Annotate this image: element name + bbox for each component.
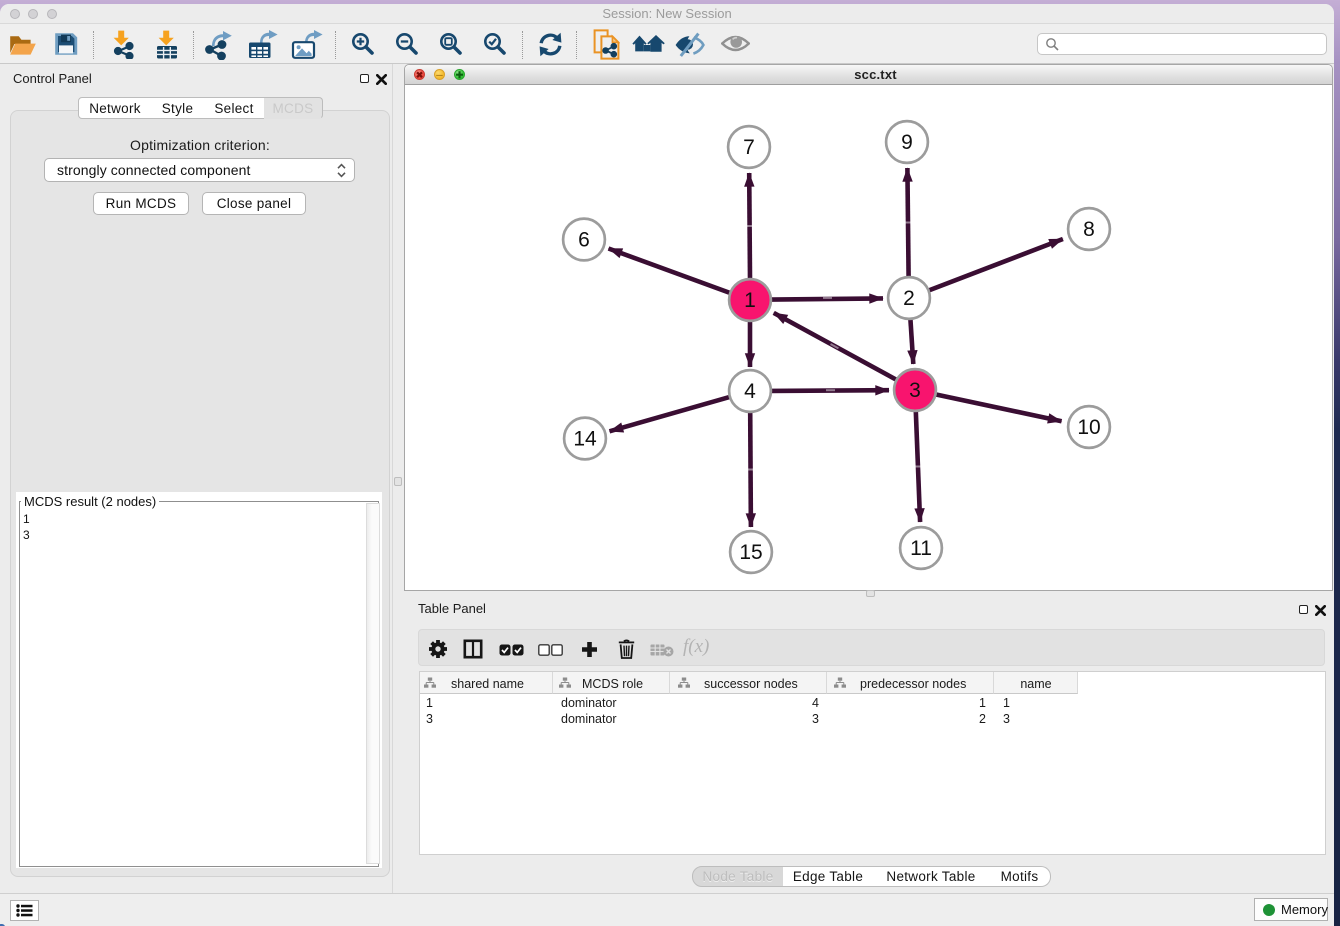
svg-text:14: 14 bbox=[573, 428, 597, 451]
svg-text:7: 7 bbox=[743, 136, 755, 159]
svg-text:4: 4 bbox=[744, 380, 756, 403]
svg-text:6: 6 bbox=[578, 229, 590, 252]
svg-text:8: 8 bbox=[1083, 218, 1095, 241]
svg-text:3: 3 bbox=[909, 379, 921, 402]
svg-text:2: 2 bbox=[903, 287, 915, 310]
svg-text:1: 1 bbox=[744, 289, 756, 312]
svg-text:15: 15 bbox=[739, 541, 762, 564]
svg-text:11: 11 bbox=[910, 537, 932, 560]
svg-text:10: 10 bbox=[1077, 416, 1100, 439]
svg-text:9: 9 bbox=[901, 131, 913, 154]
